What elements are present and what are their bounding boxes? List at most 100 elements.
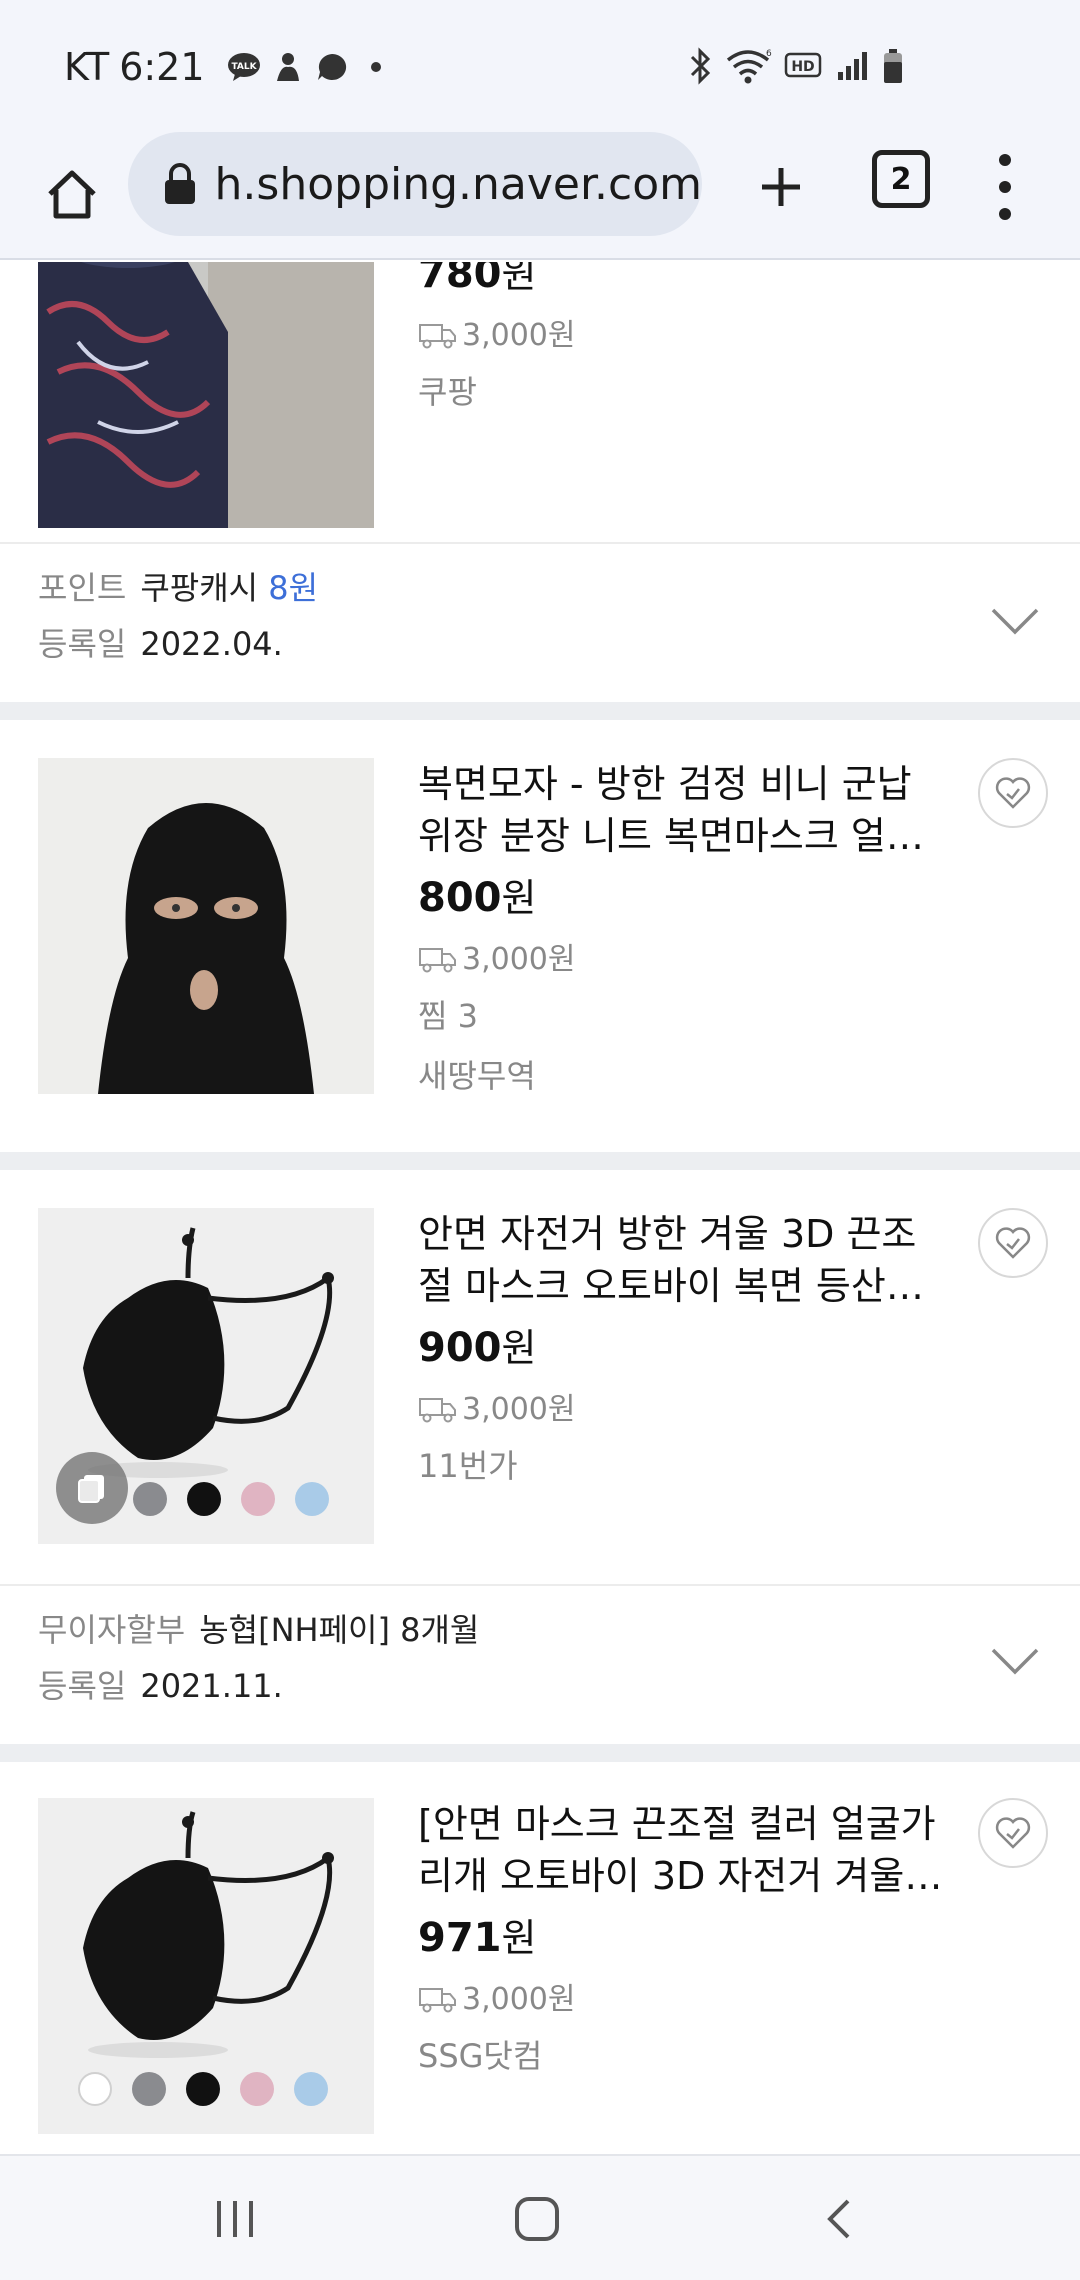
more-notifications-dot-icon (359, 50, 393, 84)
bluetooth-icon (688, 47, 714, 89)
heart-icon (995, 1227, 1031, 1259)
section-divider (0, 1744, 1080, 1762)
search-results: 780원 3,000원 쿠팡 포인트쿠팡캐시 8원 등록일2022.04. (0, 262, 1080, 2154)
product-card[interactable]: 780원 3,000원 쿠팡 (0, 262, 1080, 572)
svg-text:TALK: TALK (231, 62, 257, 72)
color-swatches (133, 1482, 329, 1516)
svg-text:6: 6 (766, 49, 772, 59)
heart-icon (995, 777, 1031, 809)
kakaotalk-icon: TALK (227, 50, 261, 84)
product-card[interactable]: 복면모자 - 방한 검정 비니 군납 위장 분장 니트 복면마스크 얼… 800… (0, 720, 1080, 1152)
tab-count: 2 (890, 161, 912, 197)
shipping-fee-text: 3,000원 (462, 1982, 576, 2017)
product-info: 780원 3,000원 쿠팡 (418, 262, 948, 422)
swatch-gray (133, 1482, 167, 1516)
new-tab-button[interactable] (746, 152, 816, 222)
chevron-down-icon[interactable] (990, 604, 1040, 638)
store-name[interactable]: 쿠팡 (418, 362, 948, 422)
signal-icon (836, 50, 870, 86)
shipping-fee: 3,000원 (418, 1384, 948, 1436)
back-button[interactable] (794, 2176, 884, 2262)
product-title[interactable]: 복면모자 - 방한 검정 비니 군납 위장 분장 니트 복면마스크 얼… (418, 758, 948, 862)
product-price: 780원 (418, 262, 537, 297)
detail-installment: 무이자할부 농협[NH페이] 8개월 (38, 1611, 480, 1649)
product-thumbnail[interactable] (38, 758, 374, 1094)
menu-dot (999, 181, 1011, 193)
plus-icon (762, 168, 800, 206)
product-info: 안면 자전거 방한 겨울 3D 끈조절 마스크 오토바이 복면 등산 컬… 90… (418, 1208, 948, 1496)
swatch-blue (294, 2072, 328, 2106)
hd-voice-icon: HD (784, 51, 824, 85)
product-details[interactable]: 무이자할부 농협[NH페이] 8개월 등록일 2021.11. (0, 1584, 1080, 1744)
store-name[interactable]: 새땅무역 (418, 1046, 948, 1106)
recent-apps-icon (217, 2201, 253, 2237)
delivery-truck-icon (419, 324, 456, 349)
product-info: 복면모자 - 방한 검정 비니 군납 위장 분장 니트 복면마스크 얼… 800… (418, 758, 948, 1106)
product-thumbnail[interactable] (38, 1208, 374, 1544)
delivery-truck-icon (419, 948, 456, 973)
shipping-fee: 3,000원 (418, 934, 948, 986)
product-price: 800원 (418, 875, 537, 921)
chevron-down-icon[interactable] (990, 1644, 1040, 1678)
shipping-fee: 3,000원 (418, 1974, 948, 2026)
swatch-black (187, 1482, 221, 1516)
balaclava-photo (38, 758, 374, 1094)
shipping-fee-text: 3,000원 (462, 942, 576, 977)
product-info: [안면 마스크 끈조절 컬러 얼굴가리개 오토바이 3D 자전거 겨울 … 97… (418, 1798, 948, 2086)
product-title[interactable]: 안면 자전거 방한 겨울 3D 끈조절 마스크 오토바이 복면 등산 컬… (418, 1208, 948, 1312)
product-thumbnail[interactable] (38, 262, 374, 528)
section-divider (0, 702, 1080, 720)
swatch-gray (132, 2072, 166, 2106)
detail-registered: 등록일 2022.04. (38, 625, 283, 663)
browser-toolbar: ch.shopping.naver.com 2 (0, 130, 1080, 260)
battery-icon (882, 48, 904, 88)
product-details[interactable]: 포인트 쿠팡캐시 8원 등록일 2022.04. (0, 542, 1080, 702)
wishlist-button[interactable] (978, 1208, 1048, 1278)
detail-registered: 등록일 2021.11. (38, 1667, 283, 1705)
color-swatches (78, 2072, 328, 2106)
product-price: 900원 (418, 1325, 537, 1371)
product-card[interactable]: 안면 자전거 방한 겨울 3D 끈조절 마스크 오토바이 복면 등산 컬… 90… (0, 1170, 1080, 1592)
chat-bubble-icon (315, 50, 349, 84)
delivery-truck-icon (419, 1398, 456, 1423)
shipping-fee-text: 3,000원 (462, 1392, 576, 1427)
face-mask-photo (38, 262, 374, 528)
status-bar: KT 6:21 TALK 6 HD (0, 0, 1080, 130)
wishlist-button[interactable] (978, 758, 1048, 828)
product-card[interactable]: [안면 마스크 끈조절 컬러 얼굴가리개 오토바이 3D 자전거 겨울 … 97… (0, 1762, 1080, 2154)
product-thumbnail[interactable] (38, 1798, 374, 2134)
wishlist-button[interactable] (978, 1798, 1048, 1868)
url-text[interactable]: ch.shopping.naver.com (214, 159, 702, 210)
home-button[interactable] (34, 157, 110, 233)
clock: 6:21 (119, 45, 205, 89)
zzim-count: 찜 3 (418, 997, 478, 1035)
store-name[interactable]: 11번가 (418, 1436, 948, 1496)
store-name[interactable]: SSG닷컴 (418, 2026, 948, 2086)
address-bar[interactable]: ch.shopping.naver.com (128, 132, 702, 236)
swatch-blue (295, 1482, 329, 1516)
home-icon (48, 170, 96, 219)
product-title[interactable]: [안면 마스크 끈조절 컬러 얼굴가리개 오토바이 3D 자전거 겨울 … (418, 1798, 948, 1902)
menu-dot (999, 208, 1011, 220)
product-price: 971원 (418, 1915, 537, 1961)
shipping-fee-text: 3,000원 (462, 318, 576, 353)
svg-text:HD: HD (791, 59, 814, 75)
tab-switcher-button[interactable]: 2 (872, 150, 930, 208)
swatch-black (186, 2072, 220, 2106)
status-left: KT 6:21 TALK (64, 42, 393, 92)
swatch-pink (240, 2072, 274, 2106)
detail-points: 포인트 쿠팡캐시 8원 (38, 569, 319, 607)
lock-icon (165, 163, 195, 204)
menu-dot (999, 154, 1011, 166)
copy-icon (78, 1475, 104, 1503)
delivery-truck-icon (419, 1988, 456, 2013)
more-images-badge[interactable] (56, 1452, 128, 1524)
swatch-pink (241, 1482, 275, 1516)
back-chevron-icon (827, 2199, 850, 2239)
recent-apps-button[interactable] (190, 2176, 280, 2262)
home-nav-button[interactable] (492, 2176, 582, 2262)
heart-icon (995, 1817, 1031, 1849)
carrier-label: KT (64, 45, 110, 89)
more-menu-button[interactable] (980, 150, 1030, 224)
system-nav-bar (0, 2154, 1080, 2280)
